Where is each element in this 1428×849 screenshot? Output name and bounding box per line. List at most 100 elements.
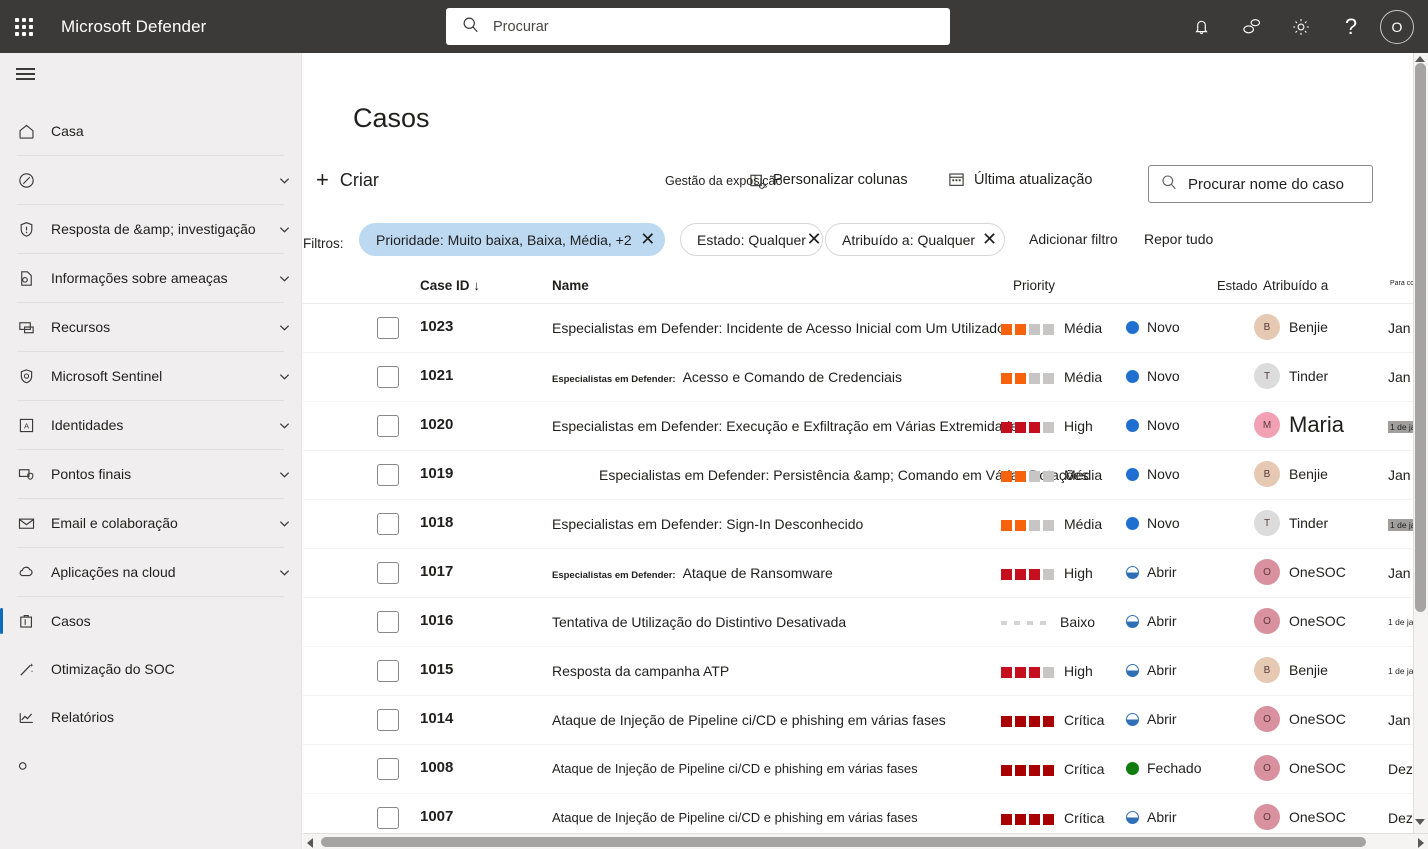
table-row[interactable]: 1021Especialistas em Defender:Acesso e C… (303, 353, 1428, 402)
table-row[interactable]: 1023Especialistas em Defender: Incidente… (303, 304, 1428, 353)
chevron-down-icon[interactable] (267, 419, 301, 432)
sidebar-item-identidades[interactable]: A Identidades (0, 401, 301, 449)
row-checkbox[interactable] (377, 464, 399, 486)
chevron-down-icon[interactable] (267, 370, 301, 383)
cell-case-name[interactable]: Especialistas em Defender:Ataque de Rans… (552, 565, 833, 581)
cell-case-name[interactable]: Especialistas em Defender: Sign-In Desco… (552, 516, 863, 532)
row-checkbox[interactable] (377, 660, 399, 682)
scroll-right-arrow-icon[interactable] (1418, 838, 1424, 848)
scroll-left-arrow-icon[interactable] (307, 838, 313, 848)
sidebar-item-casa[interactable]: Casa (0, 107, 301, 155)
search-input[interactable] (493, 19, 913, 35)
plus-icon: + (316, 167, 329, 193)
reset-all-link[interactable]: Repor tudo (1144, 231, 1213, 247)
case-search-input[interactable] (1188, 176, 1373, 193)
vertical-scrollbar[interactable] (1413, 53, 1428, 849)
chevron-down-icon[interactable] (267, 468, 301, 481)
row-checkbox[interactable] (377, 758, 399, 780)
sidebar-item-compass[interactable] (0, 156, 301, 204)
cell-case-name[interactable]: Especialistas em Defender: Execução e Ex… (552, 418, 1025, 434)
sidebar-item-email-colaboracao[interactable]: Email e colaboração (0, 499, 301, 547)
chevron-down-icon[interactable] (267, 517, 301, 530)
row-checkbox[interactable] (377, 807, 399, 829)
priority-square (1029, 667, 1040, 678)
sidebar-item-otimizacao-do-soc[interactable]: Otimização do SOC (0, 645, 301, 693)
cell-case-name[interactable]: Tentativa de Utilização do Distintivo De… (552, 614, 846, 630)
row-checkbox[interactable] (377, 709, 399, 731)
chevron-down-icon[interactable] (267, 566, 301, 579)
column-header-name[interactable]: Name (552, 278, 589, 293)
scroll-up-arrow-icon[interactable] (1415, 56, 1425, 62)
feedback-icon[interactable] (1226, 0, 1276, 53)
column-header-case-id[interactable]: Case ID ↓ (420, 278, 480, 293)
customize-columns-button[interactable]: Personalizar colunas (773, 172, 908, 188)
cell-case-name[interactable]: Especialistas em Defender:Acesso e Coman… (552, 369, 902, 385)
table-row[interactable]: 1008Ataque de Injeção de Pipeline ci/CD … (303, 745, 1428, 794)
global-search[interactable] (446, 8, 950, 45)
filter-chip-atribuido-a[interactable]: Atribuído a: Qualquer ✕ (825, 223, 1005, 256)
cell-case-name[interactable]: Ataque de Injeção de Pipeline ci/CD e ph… (552, 712, 946, 728)
table-row[interactable]: 1016Tentativa de Utilização do Distintiv… (303, 598, 1428, 647)
table-row[interactable]: 1017Especialistas em Defender:Ataque de … (303, 549, 1428, 598)
scroll-down-arrow-icon[interactable] (1415, 819, 1425, 825)
table-row[interactable]: 1018Especialistas em Defender: Sign-In D… (303, 500, 1428, 549)
table-row[interactable]: 1020Especialistas em Defender: Execução … (303, 402, 1428, 451)
close-icon[interactable]: ✕ (806, 224, 822, 255)
app-launcher-icon[interactable] (0, 0, 48, 53)
sidebar-item-resposta-investigacao[interactable]: Resposta de &amp; investigação (0, 205, 301, 253)
chevron-down-icon[interactable] (267, 272, 301, 285)
sidebar-item-microsoft-sentinel[interactable]: Microsoft Sentinel (0, 352, 301, 400)
close-icon[interactable]: ✕ (975, 224, 1004, 255)
cell-state: Abrir (1126, 809, 1177, 825)
case-search[interactable] (1148, 165, 1373, 203)
horizontal-scrollbar[interactable] (303, 833, 1428, 849)
table-row[interactable]: 1019Especialistas em Defender: Persistên… (303, 451, 1428, 500)
sidebar-item-recursos[interactable]: Recursos (0, 303, 301, 351)
priority-label: Média (1064, 320, 1102, 336)
filter-chip-prioridade[interactable]: Prioridade: Muito baixa, Baixa, Média, +… (359, 223, 665, 256)
priority-square (1029, 716, 1040, 727)
chevron-down-icon[interactable] (267, 223, 301, 236)
cell-case-name[interactable]: Ataque de Injeção de Pipeline ci/CD e ph… (552, 761, 918, 776)
row-checkbox[interactable] (377, 317, 399, 339)
priority-square (1015, 373, 1026, 384)
column-header-assigned-to[interactable]: Atribuído a (1263, 278, 1328, 293)
cell-case-name[interactable]: Resposta da campanha ATP (552, 663, 729, 679)
sidebar-item-relatorios[interactable]: Relatórios (0, 693, 301, 741)
priority-square (1040, 621, 1046, 625)
row-checkbox[interactable] (377, 513, 399, 535)
cell-case-name[interactable]: Ataque de Injeção de Pipeline ci/CD e ph… (552, 810, 918, 825)
help-icon[interactable]: ? (1326, 0, 1376, 53)
row-checkbox[interactable] (377, 562, 399, 584)
filter-chip-estado[interactable]: Estado: Qualquer ✕ (680, 223, 823, 256)
create-button[interactable]: + Criar (316, 167, 379, 193)
row-checkbox[interactable] (377, 366, 399, 388)
close-icon[interactable]: ✕ (632, 224, 664, 255)
add-filter-link[interactable]: Adicionar filtro (1029, 231, 1118, 247)
filter-chip-label: Estado: Qualquer (697, 232, 806, 248)
sidebar-item-informacoes-ameacas[interactable]: Informações sobre ameaças (0, 254, 301, 302)
chevron-down-icon[interactable] (267, 321, 301, 334)
notifications-icon[interactable] (1176, 0, 1226, 53)
chevron-down-icon[interactable] (267, 174, 301, 187)
table-row[interactable]: 1014Ataque de Injeção de Pipeline ci/CD … (303, 696, 1428, 745)
vertical-scrollbar-thumb[interactable] (1415, 63, 1426, 612)
column-header-priority[interactable]: Priority (1013, 278, 1055, 293)
sidebar-item-casos[interactable]: Casos (0, 597, 301, 645)
sidebar-item-aplicacoes-na-cloud[interactable]: Aplicações na cloud (0, 548, 301, 596)
sidebar-item-pontos-finais[interactable]: Pontos finais (0, 450, 301, 498)
sort-down-icon[interactable]: ↓ (473, 278, 480, 293)
table-row[interactable]: 1015Resposta da campanha ATPHighAbrirBBe… (303, 647, 1428, 696)
gear-icon[interactable] (1276, 0, 1326, 53)
avatar[interactable]: O (1380, 10, 1414, 44)
horizontal-scrollbar-thumb[interactable] (321, 837, 1366, 847)
last-update-button[interactable]: Última atualização (948, 171, 1092, 188)
cell-case-name[interactable]: Especialistas em Defender: Incidente de … (552, 320, 1010, 336)
column-header-estado[interactable]: Estado (1217, 278, 1257, 293)
row-checkbox[interactable] (377, 611, 399, 633)
sidebar-item-partial[interactable] (0, 741, 301, 789)
briefcase-icon (17, 612, 51, 631)
hamburger-menu-icon[interactable] (0, 53, 301, 95)
row-checkbox[interactable] (377, 415, 399, 437)
avatar: B (1254, 461, 1280, 487)
